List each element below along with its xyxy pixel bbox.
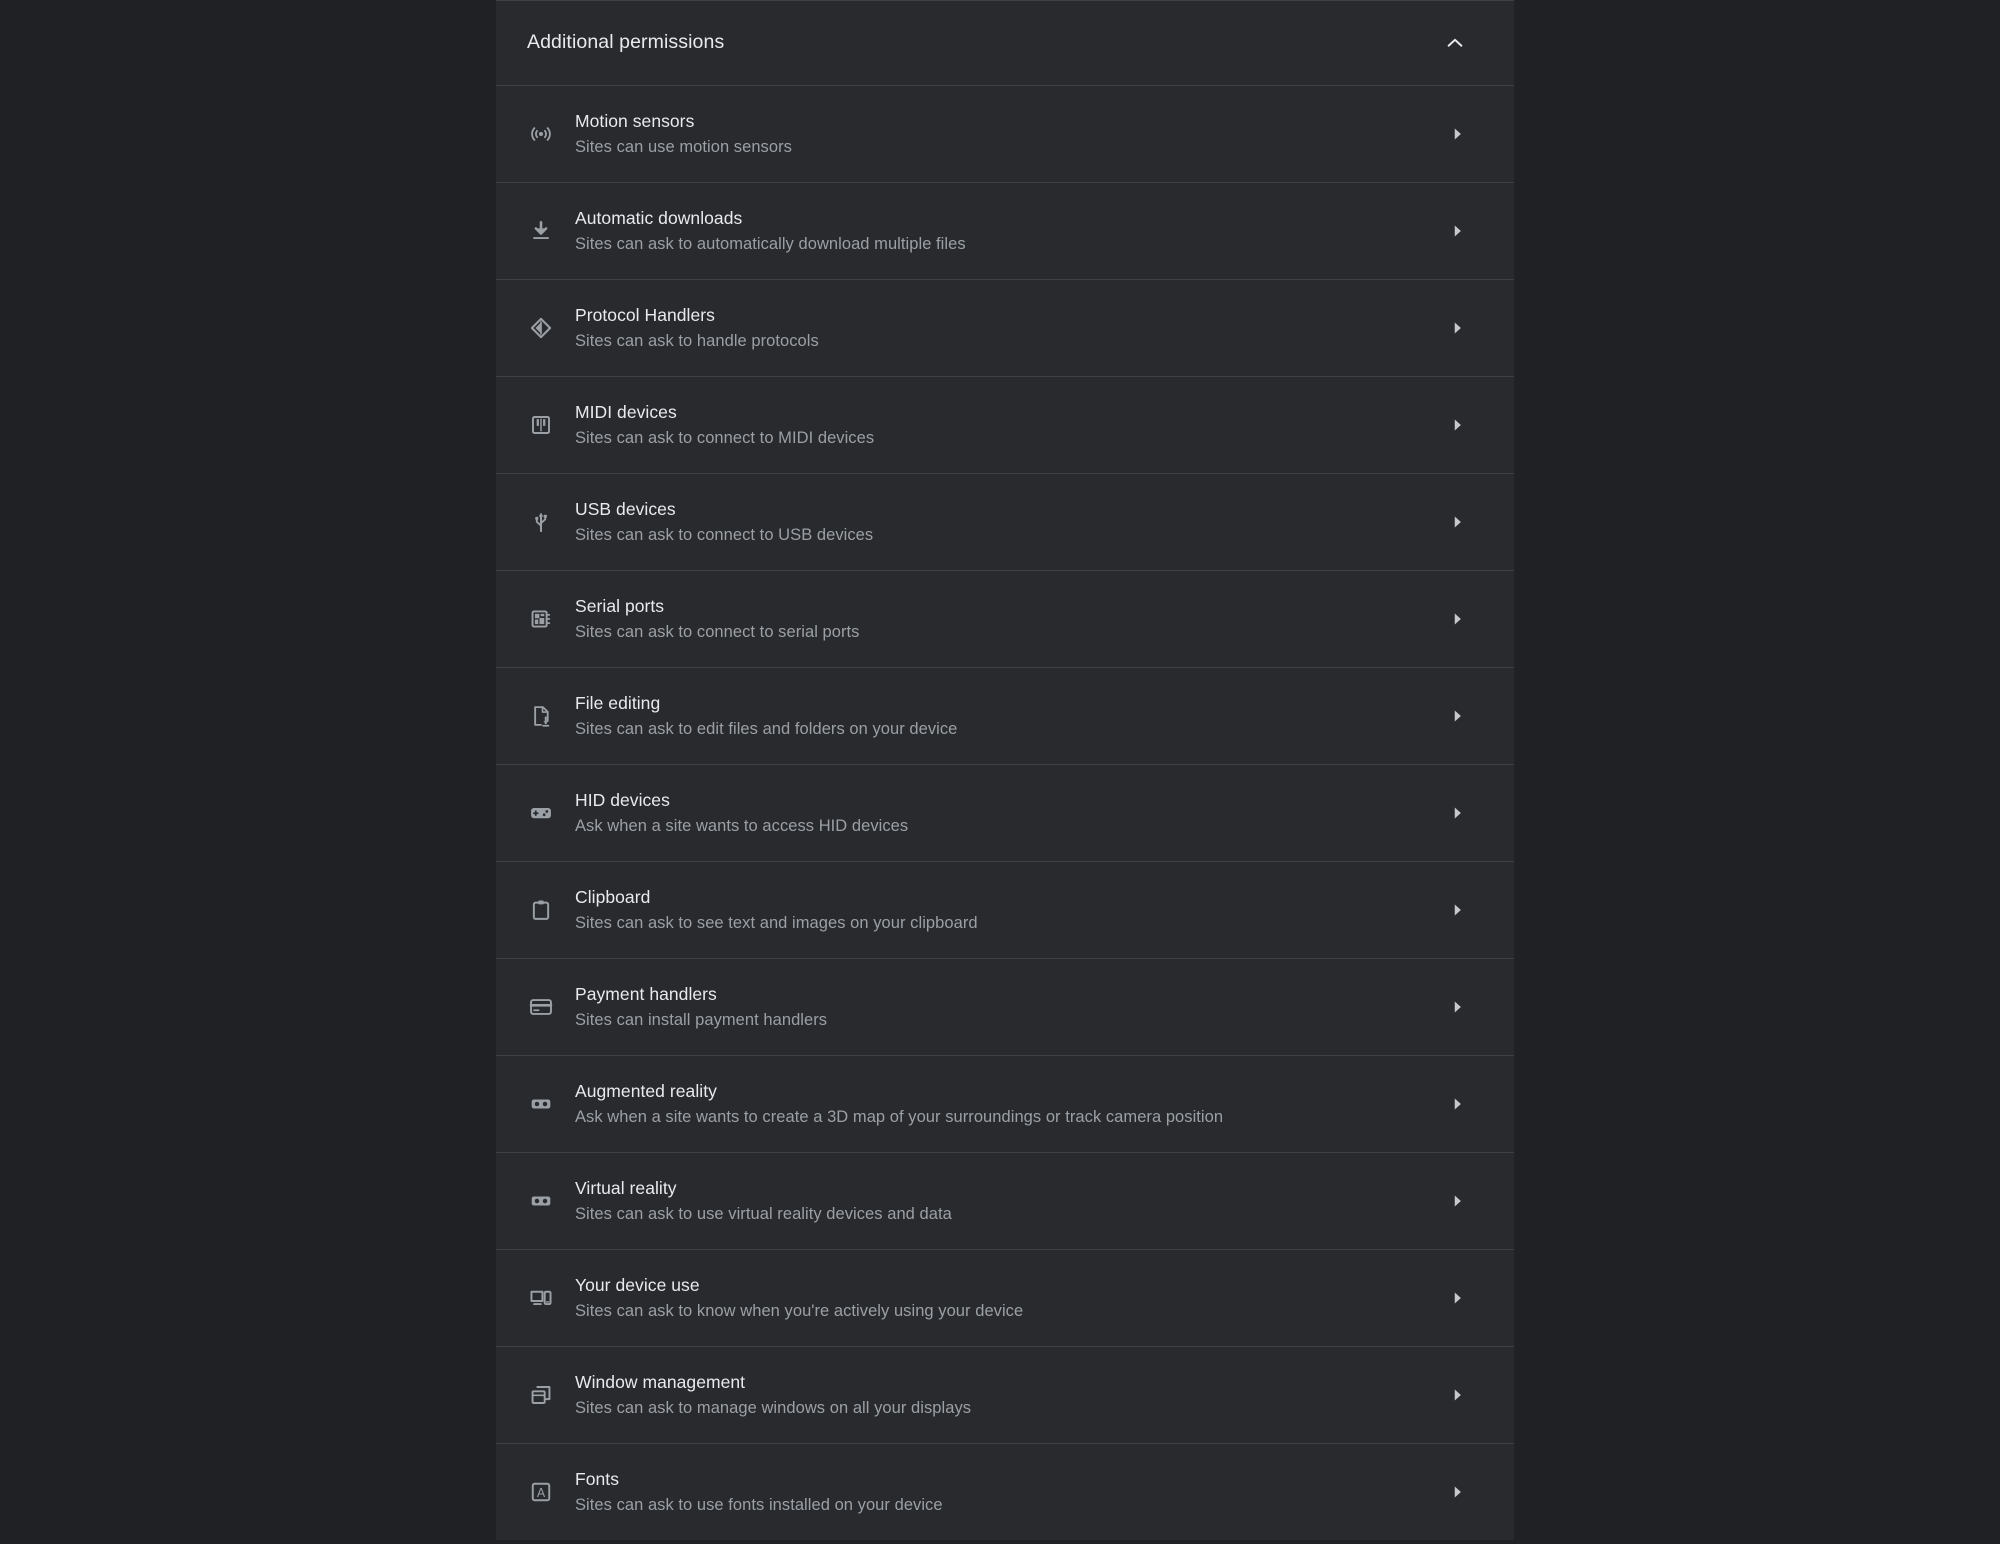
permission-description: Sites can ask to use fonts installed on …: [575, 1495, 943, 1514]
chevron-right-icon[interactable]: [1448, 222, 1466, 240]
permission-title: Your device use: [575, 1274, 700, 1295]
permission-text-your-device-use: Your device use Sites can ask to know whe…: [575, 1274, 1448, 1323]
permission-text-augmented-reality: Augmented reality Ask when a site wants t…: [575, 1080, 1448, 1129]
permission-row-serial-ports[interactable]: Serial ports Sites can ask to connect to …: [496, 570, 1514, 667]
permission-row-payment-handlers[interactable]: Payment handlers Sites can install paymen…: [496, 958, 1514, 1055]
permission-description: Sites can ask to use virtual reality dev…: [575, 1204, 952, 1223]
permission-text-midi-devices: MIDI devices Sites can ask to connect to …: [575, 401, 1448, 450]
credit-card-icon: [527, 993, 555, 1021]
chevron-right-icon[interactable]: [1448, 416, 1466, 434]
permission-row-fonts[interactable]: A Fonts Sites can ask to use fonts install…: [496, 1443, 1514, 1540]
permission-text-automatic-downloads: Automatic downloads Sites can ask to auto…: [575, 207, 1448, 256]
permission-row-motion-sensors[interactable]: Motion sensors Sites can use motion senso…: [496, 85, 1514, 182]
chevron-right-icon[interactable]: [1448, 1386, 1466, 1404]
permission-row-window-management[interactable]: Window management Sites can ask to manage…: [496, 1346, 1514, 1443]
chevron-up-icon[interactable]: [1444, 32, 1466, 54]
chevron-right-icon[interactable]: [1448, 1095, 1466, 1113]
additional-permissions-card: Additional permissions Motion sensors Sit…: [496, 0, 1514, 1540]
permission-description: Sites can ask to connect to MIDI devices: [575, 428, 875, 447]
permission-rows-list: Motion sensors Sites can use motion senso…: [496, 85, 1514, 1540]
chevron-right-icon[interactable]: [1448, 1289, 1466, 1307]
permission-description: Sites can ask to automatically download …: [575, 234, 966, 253]
permission-row-augmented-reality[interactable]: Augmented reality Ask when a site wants t…: [496, 1055, 1514, 1152]
permission-text-serial-ports: Serial ports Sites can ask to connect to …: [575, 595, 1448, 644]
windows-stack-icon: [527, 1381, 555, 1409]
usb-icon: [527, 508, 555, 536]
permission-row-usb-devices[interactable]: USB devices Sites can ask to connect to U…: [496, 473, 1514, 570]
permission-text-window-management: Window management Sites can ask to manage…: [575, 1371, 1448, 1420]
permission-text-clipboard: Clipboard Sites can ask to see text and i…: [575, 886, 1448, 935]
permission-title: Fonts: [575, 1468, 620, 1489]
gamepad-icon: [527, 799, 555, 827]
chevron-right-icon[interactable]: [1448, 125, 1466, 143]
permission-description: Ask when a site wants to create a 3D map…: [575, 1107, 1224, 1126]
permission-title: Augmented reality: [575, 1080, 717, 1101]
permission-text-protocol-handlers: Protocol Handlers Sites can ask to handle…: [575, 304, 1448, 353]
devices-icon: [527, 1284, 555, 1312]
permission-row-midi-devices[interactable]: MIDI devices Sites can ask to connect to …: [496, 376, 1514, 473]
permission-title: HID devices: [575, 789, 670, 810]
motion-sensor-icon: [527, 120, 555, 148]
additional-permissions-header[interactable]: Additional permissions: [496, 1, 1514, 85]
chevron-right-icon[interactable]: [1448, 707, 1466, 725]
piano-keys-icon: [527, 411, 555, 439]
chevron-right-icon[interactable]: [1448, 513, 1466, 531]
permission-row-automatic-downloads[interactable]: Automatic downloads Sites can ask to auto…: [496, 182, 1514, 279]
protocol-handler-icon: [527, 314, 555, 342]
permission-row-clipboard[interactable]: Clipboard Sites can ask to see text and i…: [496, 861, 1514, 958]
permission-text-motion-sensors: Motion sensors Sites can use motion senso…: [575, 110, 1448, 159]
permission-description: Sites can ask to edit files and folders …: [575, 719, 958, 738]
permission-description: Sites can ask to manage windows on all y…: [575, 1398, 972, 1417]
permission-text-virtual-reality: Virtual reality Sites can ask to use virt…: [575, 1177, 1448, 1226]
permission-text-file-editing: File editing Sites can ask to edit files …: [575, 692, 1448, 741]
clipboard-icon: [527, 896, 555, 924]
permission-text-fonts: Fonts Sites can ask to use fonts installe…: [575, 1468, 1448, 1517]
permission-description: Sites can ask to connect to USB devices: [575, 525, 874, 544]
permission-description: Sites can ask to handle protocols: [575, 331, 819, 350]
permission-description: Ask when a site wants to access HID devi…: [575, 816, 909, 835]
permission-text-payment-handlers: Payment handlers Sites can install paymen…: [575, 983, 1448, 1032]
chevron-right-icon[interactable]: [1448, 1483, 1466, 1501]
chevron-right-icon[interactable]: [1448, 610, 1466, 628]
permission-description: Sites can ask to know when you're active…: [575, 1301, 1024, 1320]
permission-title: Virtual reality: [575, 1177, 677, 1198]
permission-row-file-editing[interactable]: File editing Sites can ask to edit files …: [496, 667, 1514, 764]
svg-text:A: A: [537, 1486, 546, 1500]
chevron-right-icon[interactable]: [1448, 319, 1466, 337]
permission-row-virtual-reality[interactable]: Virtual reality Sites can ask to use virt…: [496, 1152, 1514, 1249]
chevron-right-icon[interactable]: [1448, 998, 1466, 1016]
permission-description: Sites can ask to connect to serial ports: [575, 622, 860, 641]
permission-text-usb-devices: USB devices Sites can ask to connect to U…: [575, 498, 1448, 547]
file-edit-icon: [527, 702, 555, 730]
permission-title: Payment handlers: [575, 983, 717, 1004]
permission-title: Automatic downloads: [575, 207, 743, 228]
permission-row-your-device-use[interactable]: Your device use Sites can ask to know whe…: [496, 1249, 1514, 1346]
vr-headset-icon: [527, 1187, 555, 1215]
permission-title: Motion sensors: [575, 110, 695, 131]
permission-title: USB devices: [575, 498, 676, 519]
permission-description: Sites can ask to see text and images on …: [575, 913, 978, 932]
permission-title: MIDI devices: [575, 401, 677, 422]
permission-title: File editing: [575, 692, 661, 713]
chevron-right-icon[interactable]: [1448, 804, 1466, 822]
settings-page: Additional permissions Motion sensors Sit…: [0, 0, 2000, 1544]
permission-title: Serial ports: [575, 595, 665, 616]
permission-description: Sites can install payment handlers: [575, 1010, 828, 1029]
permission-title: Clipboard: [575, 886, 651, 907]
permission-title: Protocol Handlers: [575, 304, 715, 325]
permission-row-protocol-handlers[interactable]: Protocol Handlers Sites can ask to handle…: [496, 279, 1514, 376]
permission-text-hid-devices: HID devices Ask when a site wants to acce…: [575, 789, 1448, 838]
permission-row-hid-devices[interactable]: HID devices Ask when a site wants to acce…: [496, 764, 1514, 861]
vr-headset-icon: [527, 1090, 555, 1118]
font-a-icon: A: [527, 1478, 555, 1506]
permission-title: Window management: [575, 1371, 746, 1392]
download-icon: [527, 217, 555, 245]
permission-description: Sites can use motion sensors: [575, 137, 792, 156]
chevron-right-icon[interactable]: [1448, 1192, 1466, 1210]
chip-icon: [527, 605, 555, 633]
section-title: Additional permissions: [527, 31, 725, 54]
chevron-right-icon[interactable]: [1448, 901, 1466, 919]
